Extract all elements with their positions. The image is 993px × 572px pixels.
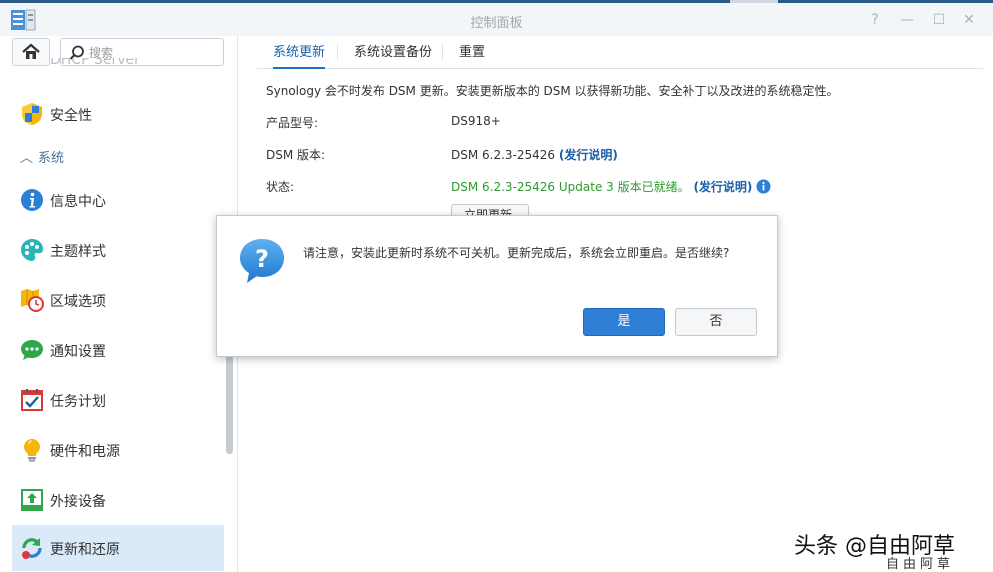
svg-text:?: ? <box>255 245 269 273</box>
upload-device-icon <box>21 489 43 511</box>
lightbulb-icon <box>24 439 40 462</box>
sidebar-item-label: 更新和还原 <box>50 542 120 558</box>
sidebar-item-security[interactable]: 安全性 <box>12 91 224 137</box>
sidebar-item-label: 主题样式 <box>50 244 106 260</box>
tab-config-backup[interactable]: 系统设置备份 <box>354 41 432 69</box>
help-icon[interactable]: ? <box>866 11 884 29</box>
sidebar-item-label: 任务计划 <box>50 394 106 410</box>
sidebar-item-label: 通知设置 <box>50 344 106 360</box>
tab-bar: 系统更新 系统设置备份 重置 <box>257 36 983 69</box>
sidebar-item-label: 硬件和电源 <box>50 444 120 460</box>
sidebar: DHCP Server 安全性 ︿ 系统 信息中心 <box>0 36 238 572</box>
sidebar-item-regional-options[interactable]: 区域选项 <box>12 277 224 323</box>
status-value: DSM 6.2.3-25426 Update 3 版本已就绪。 <box>451 180 690 194</box>
palette-icon <box>21 239 43 261</box>
shield-icon <box>22 103 42 125</box>
watermark-small: 自由阿草 <box>886 557 955 572</box>
confirm-dialog: ? 请注意，安装此更新时系统不可关机。更新完成后，系统会立即重启。是否继续? 是… <box>216 215 778 357</box>
no-button[interactable]: 否 <box>675 308 757 336</box>
minimize-icon[interactable]: — <box>898 11 916 29</box>
calendar-check-icon <box>21 389 43 411</box>
update-description: Synology 会不时发布 DSM 更新。安装更新版本的 DSM 以获得新功能… <box>266 84 839 98</box>
chevron-up-icon: ︿ <box>20 151 34 166</box>
maximize-icon[interactable]: ☐ <box>930 11 948 29</box>
model-label: 产品型号: <box>266 116 319 130</box>
sidebar-item-hardware-power[interactable]: 硬件和电源 <box>12 427 224 473</box>
sidebar-item-theme[interactable]: 主题样式 <box>12 227 224 273</box>
sidebar-item-label: 信息中心 <box>50 194 106 210</box>
status-release-notes-link[interactable]: (发行说明) <box>693 180 752 194</box>
title-bar[interactable]: 控制面板 ? — ☐ ✕ <box>0 3 993 36</box>
map-clock-icon <box>21 289 44 312</box>
refresh-icon <box>22 538 42 559</box>
sidebar-item-task-scheduler[interactable]: 任务计划 <box>12 377 224 423</box>
sidebar-item-label: 安全性 <box>50 108 92 124</box>
close-icon[interactable]: ✕ <box>960 11 978 29</box>
sidebar-item-label: 区域选项 <box>50 294 106 310</box>
yes-button[interactable]: 是 <box>583 308 665 336</box>
info-circle-icon <box>21 189 43 211</box>
chat-bubble-icon <box>21 340 43 360</box>
dsm-version-label: DSM 版本: <box>266 148 326 162</box>
info-icon[interactable] <box>756 179 771 194</box>
sidebar-item-notification[interactable]: 通知设置 <box>12 327 224 373</box>
tab-system-update[interactable]: 系统更新 <box>273 41 326 69</box>
sidebar-item-external-devices[interactable]: 外接设备 <box>12 477 224 523</box>
sidebar-item-label: DHCP Server <box>50 58 140 68</box>
status-label: 状态: <box>266 180 295 194</box>
sidebar-section-system[interactable]: ︿ 系统 <box>20 147 64 166</box>
dialog-message: 请注意，安装此更新时系统不可关机。更新完成后，系统会立即重启。是否继续? <box>303 246 730 260</box>
sidebar-item-update-restore[interactable]: 更新和还原 <box>12 525 224 571</box>
sidebar-item-dhcp-server[interactable]: DHCP Server <box>20 58 220 74</box>
question-bubble-icon: ? <box>240 239 284 283</box>
model-value: DS918+ <box>451 114 501 128</box>
dsm-version-value: DSM 6.2.3-25426 <box>451 148 556 162</box>
dsm-version-row: DSM 6.2.3-25426 (发行说明) <box>451 146 618 163</box>
window-title: 控制面板 <box>470 16 523 31</box>
status-row: DSM 6.2.3-25426 Update 3 版本已就绪。 (发行说明) <box>451 178 771 195</box>
sidebar-item-info-center[interactable]: 信息中心 <box>12 177 224 223</box>
sidebar-scrollbar[interactable] <box>226 348 233 454</box>
release-notes-link[interactable]: (发行说明) <box>559 148 618 162</box>
tab-reset[interactable]: 重置 <box>459 41 485 69</box>
sidebar-item-label: 外接设备 <box>50 494 106 510</box>
section-label: 系统 <box>38 151 65 166</box>
